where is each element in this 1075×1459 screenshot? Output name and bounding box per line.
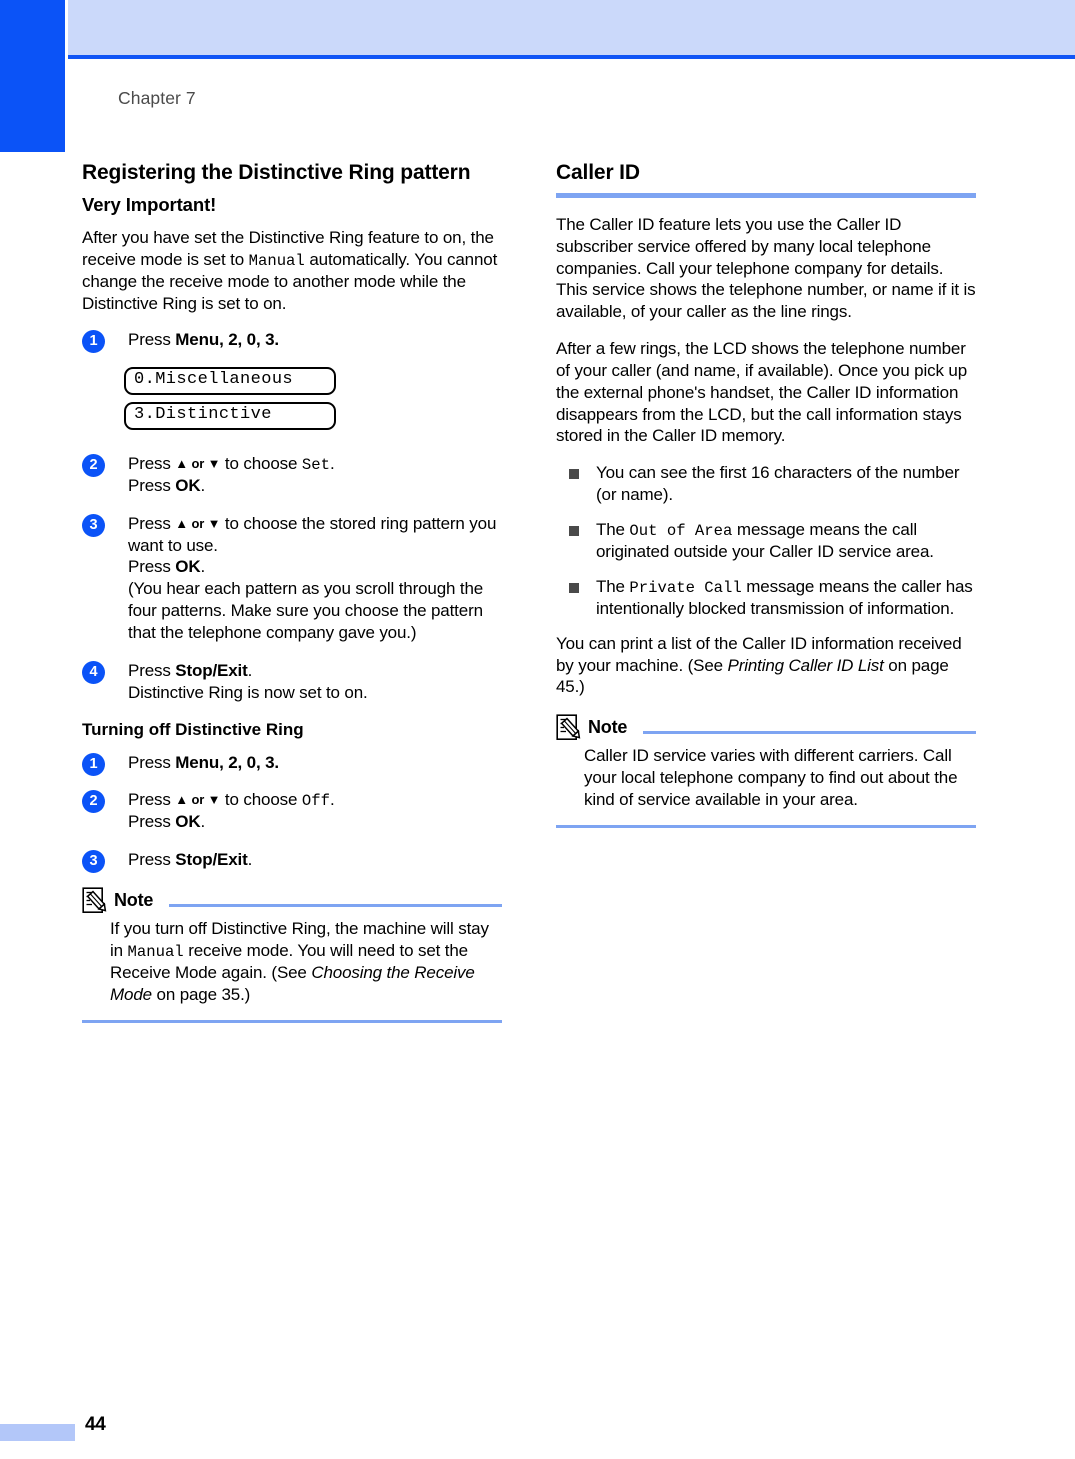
step-text-parenthetical: (You hear each pattern as you scroll thr…: [128, 579, 484, 642]
caller-id-paragraph-3: You can print a list of the Caller ID in…: [556, 633, 976, 699]
caller-id-paragraph-1: The Caller ID feature lets you use the C…: [556, 214, 976, 322]
step-number: 4: [82, 660, 105, 684]
caller-id-paragraph-2: After a few rings, the LCD shows the tel…: [556, 339, 967, 446]
footer-color-swatch: [0, 1424, 75, 1441]
step-text-pre: Press: [128, 752, 176, 772]
step-text-pre2: Press: [128, 557, 176, 577]
note-rule: [169, 903, 502, 907]
bullet-text-pre: The: [596, 576, 630, 596]
lcd-display-line: 0.Miscellaneous: [124, 367, 336, 396]
note-text-post: on page 35.): [151, 984, 251, 1004]
note-block: Note If you turn off Distinctive Ring, t…: [82, 887, 502, 1023]
key-label-ok: OK: [175, 475, 201, 495]
lcd-display-line: 3.Distinctive: [124, 402, 336, 430]
footer-page-number: 44: [85, 1414, 106, 1435]
subheading-very-important: Very Important!: [82, 193, 217, 215]
step-text-post: .: [247, 660, 253, 680]
step-text-post2: .: [200, 557, 206, 577]
note-header: Note: [556, 714, 976, 741]
key-label-stop-exit: Stop/Exit: [175, 850, 248, 870]
p3-cross-reference: Printing Caller ID List: [727, 655, 884, 675]
chapter-tab: [0, 0, 65, 152]
step-text-pre: Press: [128, 330, 176, 350]
section-heading-registering: Registering the Distinctive Ring pattern: [82, 161, 471, 184]
step-item: 3 Press ▲ or ▼ to choose the stored ring…: [82, 513, 502, 644]
step-text-pre: Press: [128, 660, 176, 680]
lcd-display-stack: 0.Miscellaneous 3.Distinctive: [124, 367, 502, 436]
bullet-text-pre: You can see the first 16 characters of t…: [596, 463, 960, 505]
updown-arrow-icon: ▲ or ▼: [175, 792, 221, 808]
updown-arrow-icon: ▲ or ▼: [175, 455, 221, 471]
step-item: 2 Press ▲ or ▼ to choose Off. Press OK.: [82, 789, 502, 833]
step-item: 3 Press Stop/Exit.: [82, 849, 502, 874]
step-text-post: .: [247, 850, 253, 870]
left-column: Registering the Distinctive Ring pattern…: [82, 160, 502, 1023]
key-label-ok: OK: [175, 812, 201, 832]
intro-paragraph: After you have set the Distinctive Ring …: [82, 227, 502, 315]
section-heading-turning-off: Turning off Distinctive Ring: [82, 720, 304, 740]
intro-lcd-manual: Manual: [248, 251, 305, 270]
step-text-mid: to choose: [220, 790, 302, 810]
step-number: 1: [82, 752, 105, 776]
note-block: Note Caller ID service varies with diffe…: [556, 714, 976, 828]
step-text-pre: Press: [128, 513, 176, 533]
note-bottom-rule: [556, 824, 976, 828]
square-bullet-icon: [569, 526, 579, 536]
note-rule: [643, 730, 976, 734]
bullet-list-item: You can see the first 16 characters of t…: [569, 462, 976, 506]
chapter-label: Chapter 7: [118, 88, 196, 108]
step-number: 3: [82, 513, 105, 537]
step-text-post: .: [329, 453, 335, 473]
step-number: 3: [82, 850, 105, 874]
heading-underline: [556, 192, 976, 198]
header-band: [68, 0, 1075, 55]
document-page: Chapter 7 Registering the Distinctive Ri…: [0, 0, 1075, 1459]
lcd-message-private-call: Private Call: [629, 578, 742, 597]
key-sequence: , 2, 0, 3.: [219, 752, 280, 772]
step-item: 1 Press Menu, 2, 0, 3.: [82, 329, 502, 354]
step-text-pre: Press: [128, 850, 176, 870]
step-text-pre: Press: [128, 453, 176, 473]
note-body: If you turn off Distinctive Ring, the ma…: [110, 918, 502, 1006]
step-number: 2: [82, 453, 105, 477]
lcd-value-set: Set: [301, 455, 330, 474]
note-pencil-icon: [556, 714, 582, 741]
step-text-post2: .: [200, 475, 206, 495]
lcd-value-off: Off: [301, 792, 330, 811]
square-bullet-icon: [569, 469, 579, 480]
step-text-pre2: Press: [128, 812, 176, 832]
step-text-line2: Distinctive Ring is now set to on.: [128, 682, 368, 702]
key-label-menu: Menu: [175, 752, 220, 772]
step-text-post: .: [329, 790, 335, 810]
note-bottom-rule: [82, 1019, 502, 1023]
note-title: Note: [114, 890, 154, 911]
bullet-text-pre: The: [596, 520, 630, 539]
step-item: 2 Press ▲ or ▼ to choose Set. Press OK.: [82, 453, 502, 497]
section-heading-caller-id: Caller ID: [556, 161, 640, 184]
step-text-pre: Press: [128, 790, 176, 810]
key-label-ok: OK: [175, 557, 201, 577]
note-pencil-icon: [82, 887, 108, 914]
updown-arrow-icon: ▲ or ▼: [175, 515, 221, 531]
key-sequence: , 2, 0, 3.: [219, 330, 280, 350]
key-label-menu: Menu: [175, 330, 220, 350]
bullet-list-item: The Out of Area message means the call o…: [569, 519, 976, 563]
note-title: Note: [588, 717, 628, 738]
step-item: 1 Press Menu, 2, 0, 3.: [82, 752, 502, 776]
step-text-pre2: Press: [128, 475, 176, 495]
step-item: 4 Press Stop/Exit. Distinctive Ring is n…: [82, 660, 502, 704]
step-number: 2: [82, 790, 105, 814]
right-column: Caller ID The Caller ID feature lets you…: [556, 160, 976, 828]
step-text-mid: to choose: [220, 453, 302, 473]
note-lcd-manual: Manual: [127, 942, 184, 961]
lcd-message-out-of-area: Out of Area: [629, 522, 733, 540]
note-body: Caller ID service varies with different …: [584, 746, 958, 809]
square-bullet-icon: [569, 582, 579, 593]
note-header: Note: [82, 887, 502, 914]
bullet-list-item: The Private Call message means the calle…: [569, 576, 976, 620]
key-label-stop-exit: Stop/Exit: [175, 660, 248, 680]
step-text-post2: .: [200, 812, 206, 832]
header-rule: [68, 55, 1075, 59]
step-number: 1: [82, 330, 105, 354]
